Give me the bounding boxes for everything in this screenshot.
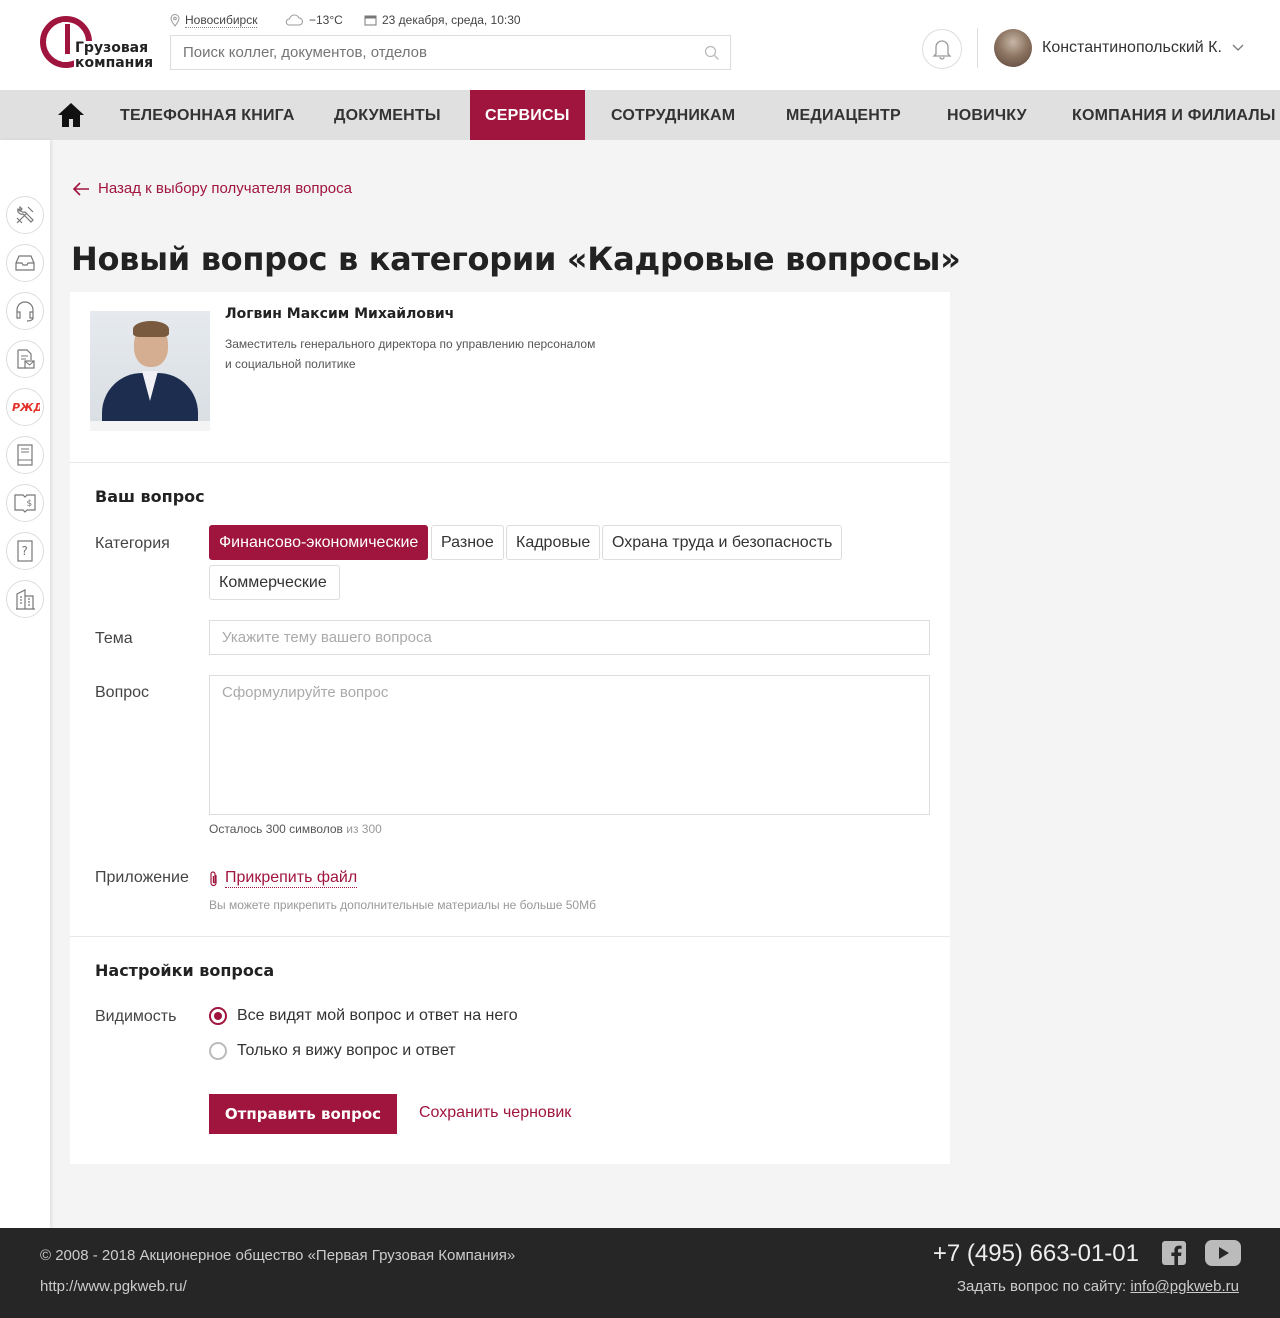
youtube-icon[interactable] [1205, 1240, 1241, 1266]
divider [70, 462, 950, 463]
faq-icon[interactable]: ? [6, 532, 44, 570]
radio-button[interactable] [209, 1042, 227, 1060]
visibility-option-private[interactable]: Только я вижу вопрос и ответ [209, 1042, 456, 1060]
search-box [170, 35, 731, 70]
visibility-label: Видимость [95, 1008, 177, 1025]
document-mail-icon[interactable] [6, 340, 44, 378]
svg-text:$: $ [27, 499, 33, 509]
city-name[interactable]: Новосибирск [185, 13, 258, 28]
user-name[interactable]: Константинопольский К. [1042, 39, 1222, 57]
email-link[interactable]: info@pgkweb.ru [1130, 1278, 1239, 1295]
ask-text: Задать вопрос по сайту: [957, 1278, 1127, 1295]
rzd-logo-icon[interactable]: РЖД [6, 388, 44, 426]
chars-total: из 300 [346, 822, 382, 836]
svg-text:РЖД: РЖД [12, 401, 40, 414]
paperclip-icon [210, 870, 217, 886]
nav-item-phonebook[interactable]: ТЕЛЕФОННАЯ КНИГА [120, 90, 295, 140]
section-title-settings: Настройки вопроса [95, 961, 275, 980]
chevron-down-icon[interactable] [1232, 44, 1244, 52]
headset-icon[interactable] [6, 292, 44, 330]
attach-hint: Вы можете прикрепить дополнительные мате… [209, 898, 596, 912]
date-text: 23 декабря, среда, 10:30 [382, 13, 521, 27]
recipient-photo [90, 311, 210, 431]
tools-icon[interactable] [6, 196, 44, 234]
header: Грузовая компания Новосибирск −13°C 23 д… [0, 0, 1280, 90]
topic-label: Тема [95, 630, 133, 647]
category-chip-hr[interactable]: Кадровые [506, 525, 601, 560]
nav-item-company[interactable]: КОМПАНИЯ И ФИЛИАЛЫ [1072, 90, 1276, 140]
visibility-option-public[interactable]: Все видят мой вопрос и ответ на него [209, 1007, 518, 1025]
book-icon[interactable] [6, 436, 44, 474]
inbox-icon[interactable] [6, 244, 44, 282]
category-chip-safety[interactable]: Охрана труда и безопасность [602, 525, 843, 560]
logo-line1: Грузовая [74, 40, 150, 56]
footer: © 2008 - 2018 Акционерное общество «Перв… [0, 1228, 1280, 1318]
attachment-label: Приложение [95, 869, 189, 886]
temperature: −13°C [309, 13, 343, 27]
attach-file-link[interactable]: Прикрепить файл [209, 869, 358, 888]
submit-button[interactable]: Отправить вопрос [209, 1094, 397, 1134]
manual-icon[interactable]: $ [6, 484, 44, 522]
attach-file-text[interactable]: Прикрепить файл [225, 869, 358, 888]
arrow-left-icon [72, 181, 89, 196]
svg-text:?: ? [22, 544, 28, 558]
nav-item-employees[interactable]: СОТРУДНИКАМ [611, 90, 735, 140]
nav-item-newcomer[interactable]: НОВИЧКУ [947, 90, 1027, 140]
building-icon[interactable] [6, 580, 44, 618]
site-url[interactable]: http://www.pgkweb.ru/ [40, 1278, 187, 1295]
city-selector[interactable]: Новосибирск [170, 13, 258, 28]
bell-icon [932, 40, 952, 60]
back-link-text[interactable]: Назад к выбору получателя вопроса [98, 180, 352, 197]
home-icon[interactable] [56, 101, 86, 129]
question-textarea[interactable]: Сформулируйте вопрос [209, 675, 930, 815]
divider [70, 936, 950, 937]
copyright: © 2008 - 2018 Акционерное общество «Перв… [40, 1247, 516, 1264]
weather: −13°C [284, 13, 343, 27]
char-counter: Осталось 300 символов из 300 [209, 822, 382, 836]
category-chip-misc[interactable]: Разное [431, 525, 504, 560]
back-link[interactable]: Назад к выбору получателя вопроса [72, 180, 352, 197]
cloud-icon [285, 14, 303, 26]
category-chip-finance[interactable]: Финансово-экономические [209, 525, 429, 560]
calendar-icon [364, 15, 377, 26]
avatar[interactable] [994, 29, 1032, 67]
recipient-position-line1: Заместитель генерального директора по уп… [225, 337, 596, 351]
category-label: Категория [95, 535, 170, 552]
save-draft-link[interactable]: Сохранить черновик [419, 1104, 571, 1122]
nav-item-documents[interactable]: ДОКУМЕНТЫ [334, 90, 441, 140]
recipient-position-line2: и социальной политике [225, 357, 356, 371]
location-pin-icon [170, 14, 180, 27]
recipient-name: Логвин Максим Михайлович [225, 306, 455, 322]
radio-button-checked[interactable] [209, 1007, 227, 1025]
page-title: Новый вопрос в категории «Кадровые вопро… [71, 240, 961, 278]
notifications-button[interactable] [922, 29, 962, 69]
divider [977, 28, 978, 68]
date-time: 23 декабря, среда, 10:30 [364, 13, 521, 27]
user-menu[interactable]: Константинопольский К. [994, 29, 1244, 67]
visibility-option-private-label[interactable]: Только я вижу вопрос и ответ [237, 1042, 456, 1060]
company-logo[interactable]: Грузовая компания [38, 14, 155, 74]
recipient-position: Заместитель генерального директора по уп… [225, 334, 645, 374]
logo-line2: компания [74, 55, 155, 71]
nav-item-mediacenter[interactable]: МЕДИАЦЕНТР [786, 90, 901, 140]
ask-site-question: Задать вопрос по сайту: info@pgkweb.ru [957, 1278, 1239, 1295]
visibility-option-public-label[interactable]: Все видят мой вопрос и ответ на него [237, 1007, 518, 1025]
section-title-question: Ваш вопрос [95, 487, 205, 506]
phone-number[interactable]: +7 (495) 663-01-01 [933, 1240, 1139, 1268]
question-label: Вопрос [95, 684, 150, 701]
nav-item-services[interactable]: СЕРВИСЫ [470, 90, 585, 140]
chars-left: Осталось 300 символов [209, 822, 343, 836]
main-nav: ТЕЛЕФОННАЯ КНИГА ДОКУМЕНТЫ СЕРВИСЫ СОТРУ… [0, 90, 1280, 140]
search-icon[interactable] [704, 45, 720, 61]
topic-input[interactable]: Укажите тему вашего вопроса [209, 620, 930, 655]
sidebar: РЖД $ ? [0, 140, 50, 1228]
question-form-card: Логвин Максим Михайлович Заместитель ген… [70, 292, 950, 1164]
category-chip-commercial[interactable]: Коммерческие [209, 565, 340, 600]
facebook-icon[interactable] [1162, 1241, 1186, 1265]
search-input[interactable] [171, 36, 730, 69]
